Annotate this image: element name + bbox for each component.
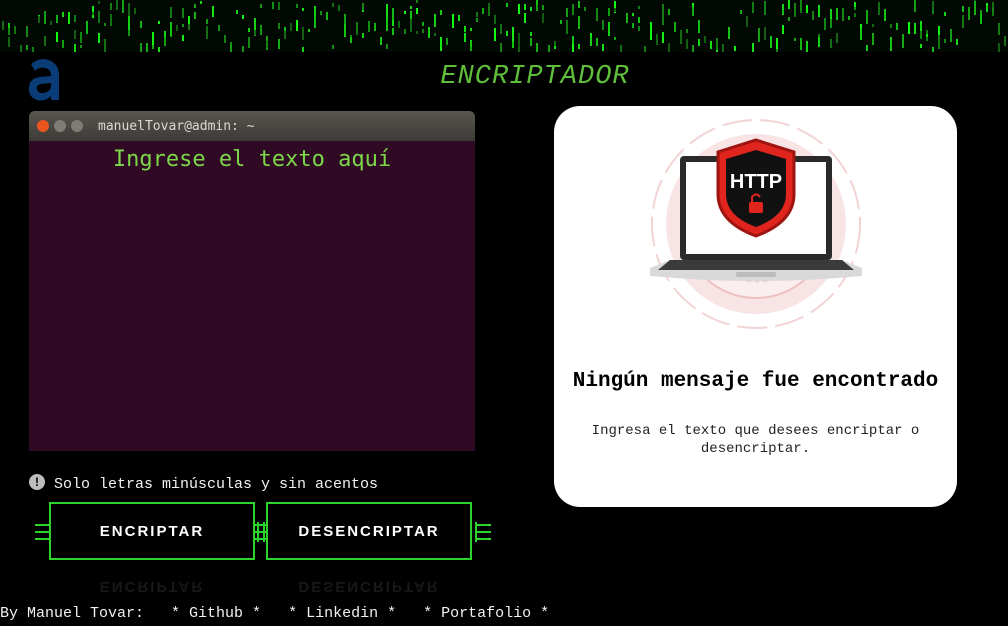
decrypt-button[interactable]: DESENCRIPTAR bbox=[266, 502, 472, 560]
encrypt-button-reflection: ENCRIPTAR bbox=[99, 578, 205, 595]
minimize-dot-icon[interactable] bbox=[54, 120, 66, 132]
footer-author: By Manuel Tovar: bbox=[0, 605, 145, 622]
exclamation-icon: ! bbox=[29, 473, 45, 490]
result-subtitle: Ingresa el texto que desees encriptar o … bbox=[591, 423, 920, 457]
text-input[interactable] bbox=[29, 141, 475, 447]
app-title: ENCRIPTADOR bbox=[440, 62, 630, 92]
terminal-window: manuelTovar@admin: ~ bbox=[29, 111, 475, 451]
close-dot-icon[interactable] bbox=[37, 120, 49, 132]
linkedin-link[interactable]: * Linkedin * bbox=[288, 605, 396, 622]
result-title: Ningún mensaje fue encontrado bbox=[572, 370, 939, 393]
github-link[interactable]: * Github * bbox=[171, 605, 261, 622]
svg-text:HTTP: HTTP bbox=[730, 171, 782, 193]
portfolio-link[interactable]: * Portafolio * bbox=[423, 605, 549, 622]
hint: ! Solo letras minúsculas y sin acentos bbox=[29, 470, 378, 493]
hint-text: Solo letras minúsculas y sin acentos bbox=[54, 476, 379, 493]
matrix-banner bbox=[0, 0, 1008, 52]
connector-right-icon bbox=[475, 522, 491, 542]
terminal-title: manuelTovar@admin: ~ bbox=[98, 118, 255, 134]
laptop-lock-illustration: HTTP bbox=[650, 119, 862, 329]
terminal-titlebar: manuelTovar@admin: ~ bbox=[29, 111, 475, 141]
maximize-dot-icon[interactable] bbox=[71, 120, 83, 132]
encrypt-button[interactable]: ENCRIPTAR bbox=[49, 502, 255, 560]
decrypt-button-reflection: DESENCRIPTAR bbox=[298, 578, 440, 595]
result-card: HTTP Ningún mensaje fue encontrado Ingre… bbox=[554, 106, 957, 507]
footer: By Manuel Tovar: * Github * * Linkedin *… bbox=[0, 605, 549, 622]
